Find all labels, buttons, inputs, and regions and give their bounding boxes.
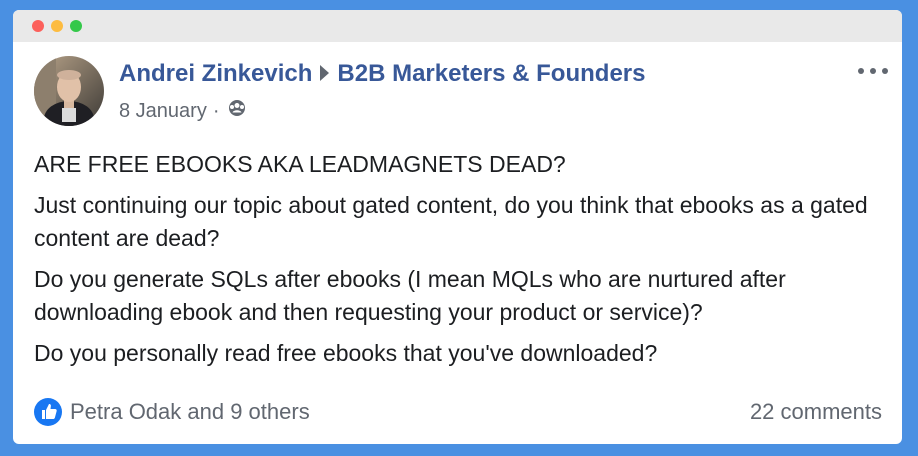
author-avatar[interactable] bbox=[34, 56, 104, 126]
like-icon bbox=[34, 398, 62, 426]
post-footer: Petra Odak and 9 others 22 comments bbox=[34, 395, 882, 429]
post-header-title: Andrei Zinkevich B2B Marketers & Founder… bbox=[119, 60, 645, 88]
window-titlebar bbox=[13, 10, 902, 42]
more-dot bbox=[870, 68, 876, 74]
maximize-window-button[interactable] bbox=[70, 20, 82, 32]
members-icon[interactable] bbox=[226, 99, 248, 123]
post-paragraph: Do you generate SQLs after ebooks (I mea… bbox=[34, 266, 786, 325]
post-meta: 8 January · bbox=[119, 99, 248, 123]
more-options-button[interactable] bbox=[858, 62, 888, 80]
group-name-link[interactable]: B2B Marketers & Founders bbox=[337, 60, 645, 88]
post-paragraph: Do you personally read free ebooks that … bbox=[34, 340, 658, 366]
post-date-link[interactable]: 8 January bbox=[119, 100, 207, 123]
author-name-link[interactable]: Andrei Zinkevich bbox=[119, 60, 312, 88]
reactions-text[interactable]: Petra Odak and 9 others bbox=[70, 399, 310, 425]
comments-count-link[interactable]: 22 comments bbox=[750, 399, 882, 425]
caret-right-icon bbox=[320, 60, 330, 88]
reactions-summary[interactable]: Petra Odak and 9 others bbox=[34, 398, 310, 426]
post-window: Andrei Zinkevich B2B Marketers & Founder… bbox=[13, 10, 902, 444]
post-paragraph: ARE FREE EBOOKS AKA LEADMAGNETS DEAD? bbox=[34, 151, 566, 177]
close-window-button[interactable] bbox=[32, 20, 44, 32]
minimize-window-button[interactable] bbox=[51, 20, 63, 32]
more-dot bbox=[882, 68, 888, 74]
meta-separator: · bbox=[212, 99, 220, 122]
post-paragraph: Just continuing our topic about gated co… bbox=[34, 192, 868, 251]
more-dot bbox=[858, 68, 864, 74]
post-body: ARE FREE EBOOKS AKA LEADMAGNETS DEAD? Ju… bbox=[34, 148, 889, 378]
avatar-photo bbox=[34, 56, 104, 126]
